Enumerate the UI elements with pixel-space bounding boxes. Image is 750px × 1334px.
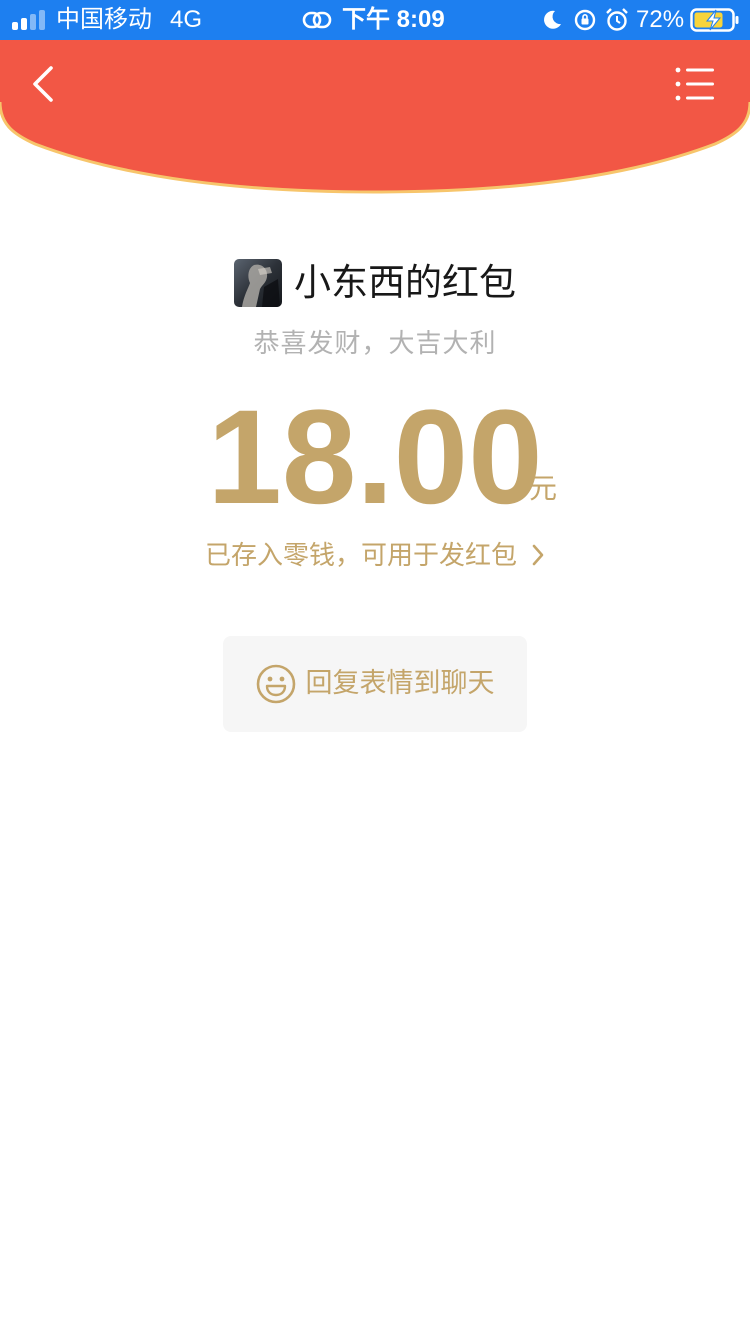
orientation-lock-icon [574, 9, 596, 31]
network-type: 4G [170, 6, 203, 33]
battery-percentage: 72% [636, 6, 685, 33]
sender-row: 小东西的红包 [0, 256, 750, 310]
status-bar: 中国移动 4G 下午 8:09 72% [0, 0, 750, 40]
blessing-text: 恭喜发财，大吉大利 [253, 329, 497, 359]
red-envelope-header [0, 40, 750, 194]
avatar[interactable] [234, 259, 282, 307]
sender-title: 小东西的红包 [294, 261, 516, 304]
alarm-icon [606, 8, 628, 31]
back-button[interactable] [20, 58, 68, 110]
amount-row: 18.00 元 [0, 388, 750, 528]
reply-button-label: 回复表情到聊天 [305, 668, 495, 699]
list-menu-icon [675, 67, 714, 101]
smiley-icon [256, 664, 295, 704]
moon-icon [544, 10, 561, 29]
amount-value: 18.00 [207, 383, 543, 532]
status-time: 下午 8:09 [342, 6, 445, 33]
chevron-right-icon [532, 544, 544, 565]
battery-charging-icon [690, 8, 739, 32]
deposit-link[interactable]: 已存入零钱，可用于发红包 [0, 534, 750, 578]
carrier-name: 中国移动 [56, 6, 152, 33]
chevron-left-icon [33, 66, 53, 102]
link-icon [302, 11, 332, 29]
deposit-link-label: 已存入零钱，可用于发红包 [204, 541, 517, 571]
menu-button[interactable] [668, 60, 722, 108]
reply-sticker-button[interactable]: 回复表情到聊天 [223, 636, 527, 732]
amount-unit: 元 [529, 472, 558, 505]
signal-strength-icon [12, 10, 48, 30]
